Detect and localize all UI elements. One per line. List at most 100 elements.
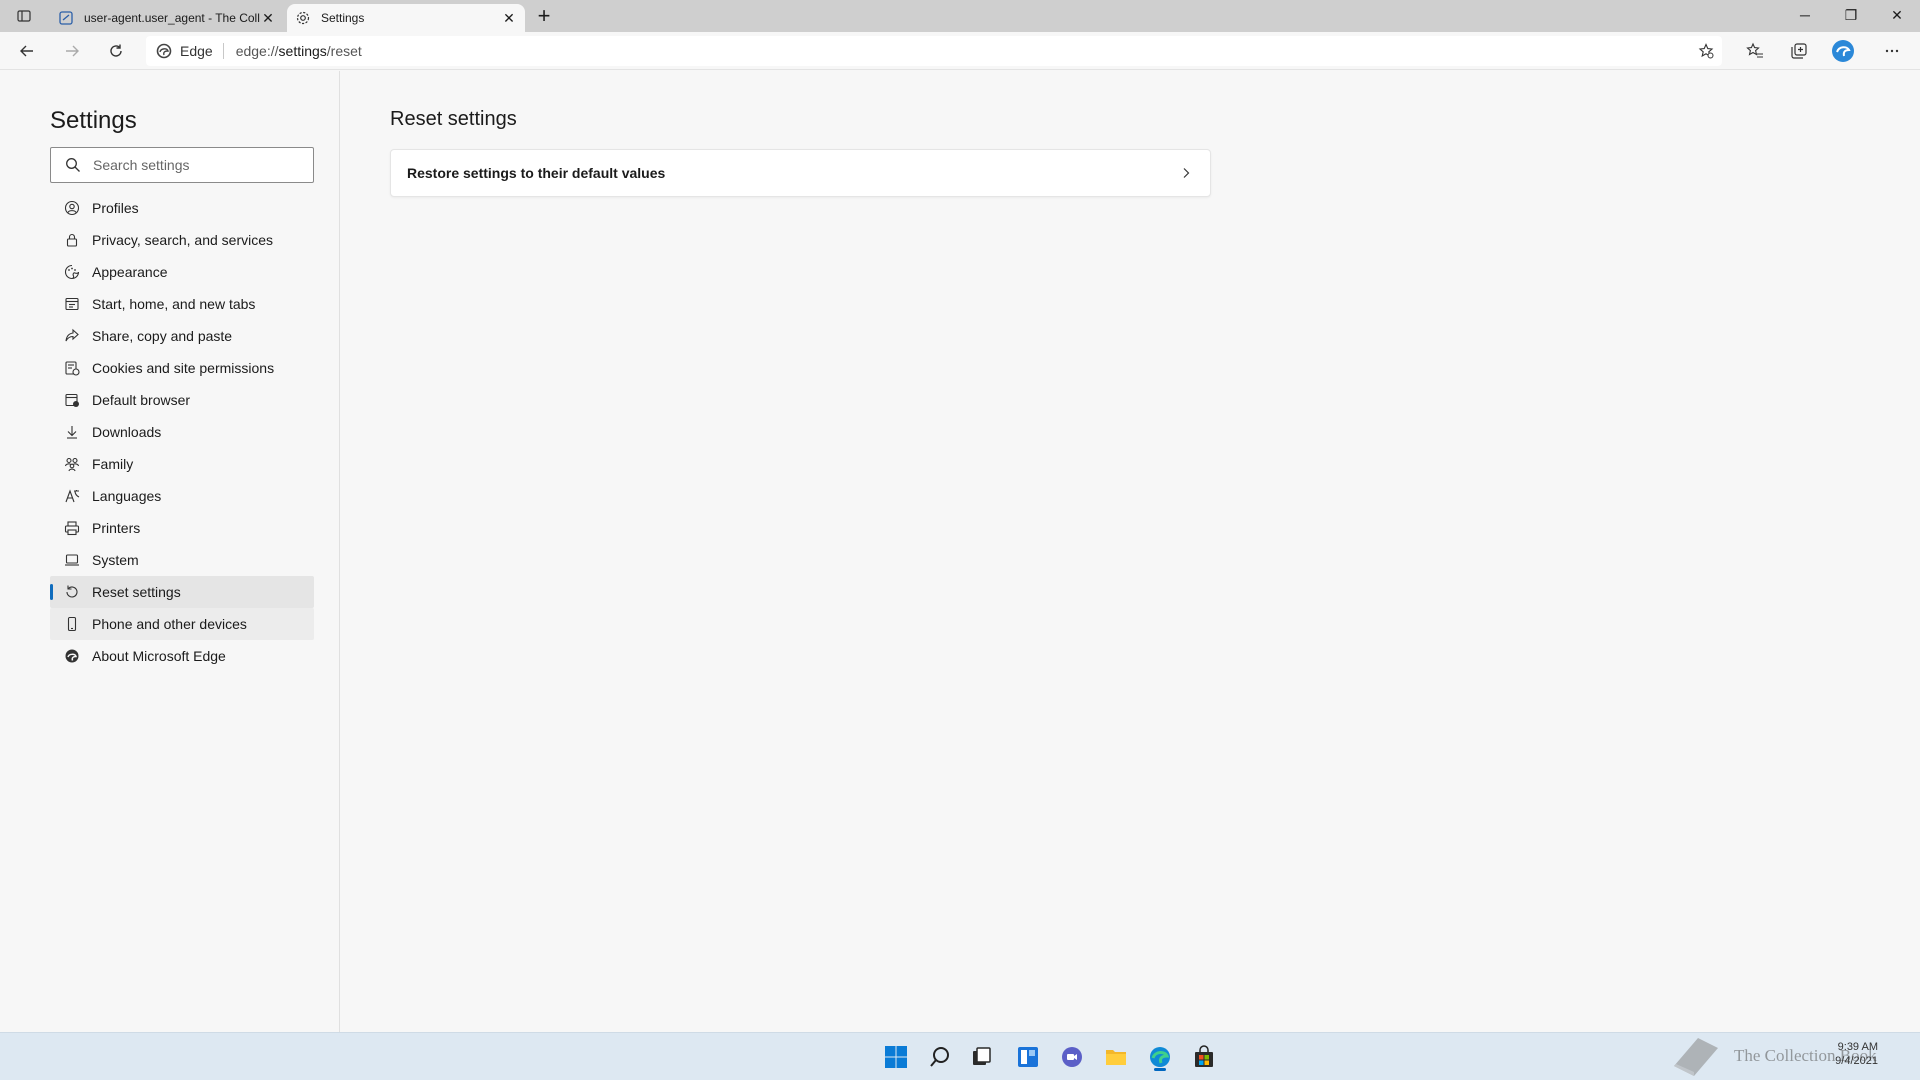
tab-actions-icon [17,10,31,22]
edge-icon [1150,1047,1170,1067]
site-identity[interactable]: Edge [146,43,223,59]
tab-settings[interactable]: Settings ✕ [287,4,525,32]
restore-defaults-row[interactable]: Restore settings to their default values [390,149,1211,197]
sidebar-item-label: About Microsoft Edge [92,648,226,664]
star-add-icon [1698,43,1714,59]
sidebar-item-label: Family [92,456,134,472]
settings-sidebar: Settings Profiles Privacy, search, and s… [0,71,340,1032]
gear-icon [295,10,311,26]
default-browser-icon [64,392,80,408]
restore-defaults-label: Restore settings to their default values [407,165,666,181]
sidebar-item-start-home[interactable]: Start, home, and new tabs [50,288,314,320]
task-view-button[interactable] [966,1041,998,1073]
sidebar-item-label: Privacy, search, and services [92,232,274,248]
widgets-button[interactable] [1012,1041,1044,1073]
more-icon [1885,49,1899,53]
chat-icon [1062,1047,1082,1067]
printer-icon [64,520,80,536]
tab-actions-button[interactable] [8,4,40,28]
close-window-icon[interactable]: ✕ [1874,0,1920,30]
forward-button[interactable] [57,36,87,66]
sidebar-item-label: Reset settings [92,584,181,600]
edge-taskbar-button[interactable] [1144,1041,1176,1073]
tab-strip: user-agent.user_agent - The Coll ✕ Setti… [0,0,1920,32]
sidebar-item-profiles[interactable]: Profiles [50,192,314,224]
sidebar-item-label: Printers [92,520,141,536]
profile-button[interactable] [1827,36,1859,66]
phone-icon [64,616,80,632]
sidebar-item-privacy[interactable]: Privacy, search, and services [50,224,314,256]
edge-icon [64,648,80,664]
file-explorer-button[interactable] [1100,1041,1132,1073]
reset-icon [64,584,80,600]
new-tab-button[interactable]: + [530,3,558,28]
back-button[interactable] [12,36,42,66]
profile-icon [64,200,80,216]
refresh-button[interactable] [101,36,131,66]
clock-date: 9/4/2021 [1835,1055,1878,1067]
folder-icon [1106,1050,1126,1065]
start-button[interactable] [880,1041,912,1073]
sidebar-item-downloads[interactable]: Downloads [50,416,314,448]
favorites-button[interactable] [1739,36,1771,66]
avatar [1832,40,1854,62]
collections-icon [1791,43,1807,59]
settings-nav: Profiles Privacy, search, and services A… [50,192,314,672]
sidebar-item-share[interactable]: Share, copy and paste [50,320,314,352]
search-input[interactable] [93,157,293,173]
search-icon [66,158,80,172]
sidebar-item-languages[interactable]: Languages [50,480,314,512]
url-text: edge://settings/reset [236,43,362,59]
site-identity-label: Edge [180,43,213,59]
sidebar-item-appearance[interactable]: Appearance [50,256,314,288]
maximize-icon[interactable]: ❐ [1828,0,1874,30]
add-favorite-button[interactable] [1696,41,1716,61]
sidebar-item-label: Profiles [92,200,139,216]
url-path: settings [278,43,327,59]
address-divider [222,43,224,59]
page-icon [58,10,74,26]
cookies-icon [64,360,80,376]
system-clock[interactable]: 9:39 AM 9/4/2021 [1835,1040,1878,1068]
sidebar-item-label: Cookies and site permissions [92,360,275,376]
url-suffix: /reset [326,43,362,59]
tab-title: user-agent.user_agent - The Coll [84,11,260,25]
settings-more-button[interactable] [1876,36,1908,66]
close-icon[interactable]: ✕ [501,10,517,26]
system-icon [64,552,80,568]
sidebar-item-family[interactable]: Family [50,448,314,480]
sidebar-item-about-edge[interactable]: About Microsoft Edge [50,640,314,672]
refresh-icon [110,44,122,57]
book-icon [1674,1038,1718,1076]
sidebar-item-phone-devices[interactable]: Phone and other devices [50,608,314,640]
close-icon[interactable]: ✕ [260,10,276,26]
browser-toolbar: Edge edge://settings/reset [0,32,1920,70]
sidebar-item-cookies[interactable]: Cookies and site permissions [50,352,314,384]
sidebar-item-default-browser[interactable]: Default browser [50,384,314,416]
widgets-icon [1018,1047,1038,1067]
collections-button[interactable] [1783,36,1815,66]
sidebar-item-label: Phone and other devices [92,616,247,632]
family-icon [64,456,80,472]
tab-user-agent[interactable]: user-agent.user_agent - The Coll ✕ [50,4,284,32]
minimize-icon[interactable]: ─ [1782,0,1828,30]
share-icon [64,328,80,344]
languages-icon [64,488,80,504]
taskbar [0,1032,1920,1080]
sidebar-item-system[interactable]: System [50,544,314,576]
sidebar-item-label: Start, home, and new tabs [92,296,256,312]
taskbar-search-button[interactable] [924,1041,956,1073]
chat-button[interactable] [1056,1041,1088,1073]
search-box[interactable] [50,147,314,183]
sidebar-item-reset-settings[interactable]: Reset settings [50,576,314,608]
lock-icon [64,232,80,248]
settings-content: Reset settings Restore settings to their… [341,71,1920,1032]
sidebar-item-label: Default browser [92,392,191,408]
sidebar-item-label: System [92,552,139,568]
tab-title: Settings [321,11,365,25]
task-view-icon [973,1047,991,1065]
store-button[interactable] [1188,1041,1220,1073]
sidebar-item-printers[interactable]: Printers [50,512,314,544]
address-bar[interactable]: Edge edge://settings/reset [146,36,1722,66]
favorites-icon [1746,42,1763,58]
